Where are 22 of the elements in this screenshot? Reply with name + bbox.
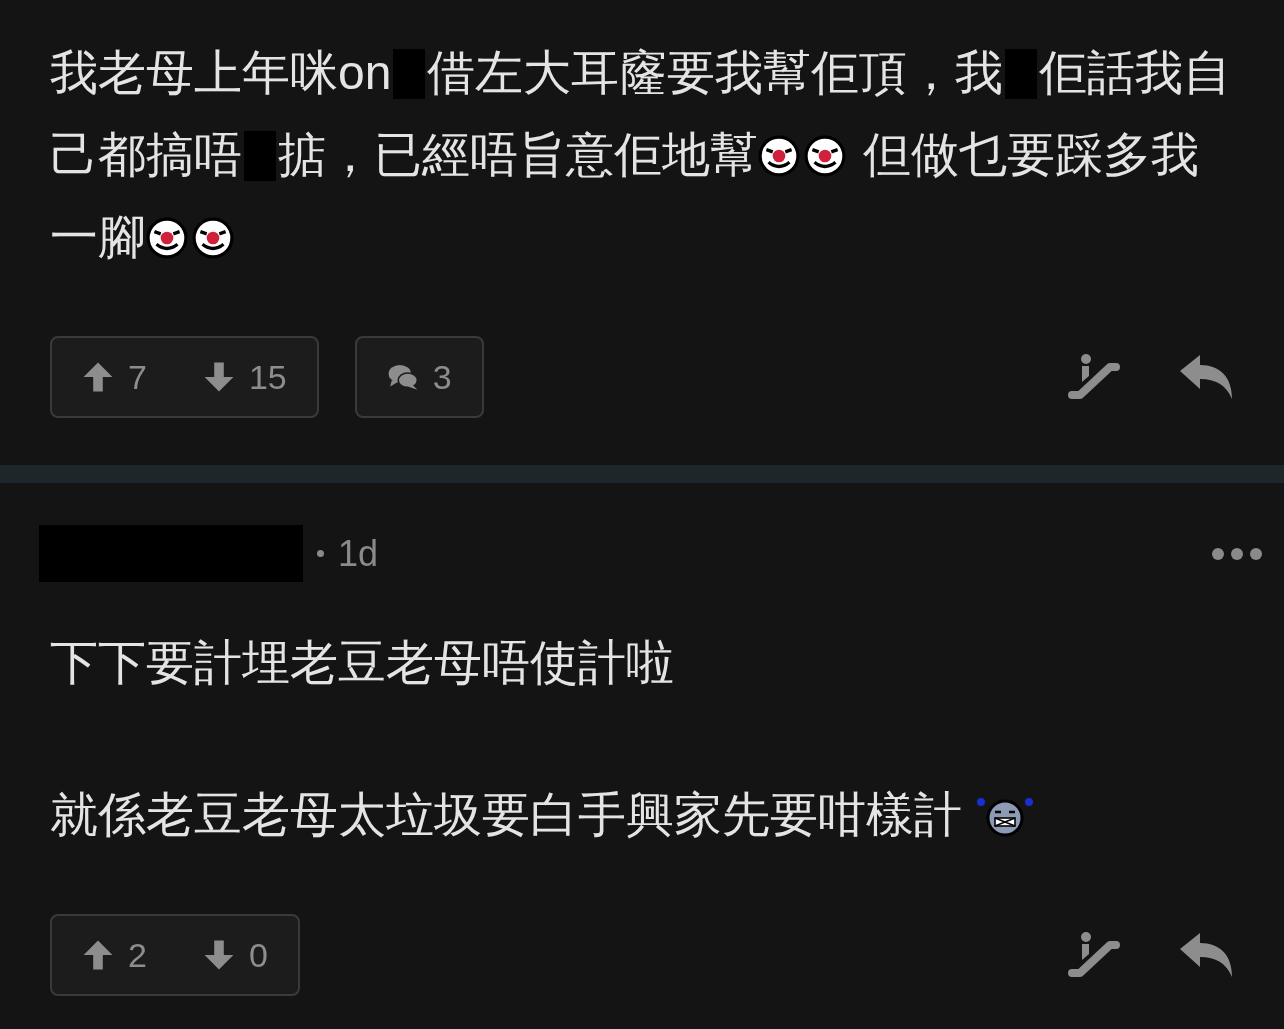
escalator-icon[interactable]	[1066, 931, 1122, 979]
vote-button[interactable]: 7 15	[50, 336, 319, 418]
angry-emoji-icon	[975, 795, 1036, 837]
down-arrow-icon	[202, 361, 235, 393]
post-time: 1d	[338, 532, 379, 575]
more-icon[interactable]	[1211, 546, 1263, 561]
separator-dot	[317, 550, 324, 557]
reply-icon[interactable]	[1178, 931, 1234, 979]
reply-icon[interactable]	[1178, 353, 1234, 401]
comments-button[interactable]: 3	[354, 336, 484, 418]
up-arrow-icon	[82, 939, 114, 971]
down-arrow-icon	[202, 939, 235, 971]
post-text: 下下要計埋老豆老母唔使計啦	[50, 635, 675, 691]
post-text: 我老母上年咪on 借左大耳窿要我幫佢頂，我 佢話我自己都搞唔 掂，已經唔旨意佢地幫 但做乜要踩多我一腳	[50, 45, 1233, 265]
vote-button[interactable]: 2 0	[50, 914, 300, 996]
post-text: 就係老豆老母太垃圾要白手興家先要咁樣計	[50, 774, 1240, 856]
clown-emoji-icon	[804, 135, 846, 177]
up-arrow-icon	[82, 361, 114, 393]
clown-emoji-icon	[146, 217, 188, 259]
escalator-icon[interactable]	[1066, 353, 1122, 401]
clown-emoji-icon	[192, 217, 234, 259]
clown-emoji-icon	[758, 135, 800, 177]
